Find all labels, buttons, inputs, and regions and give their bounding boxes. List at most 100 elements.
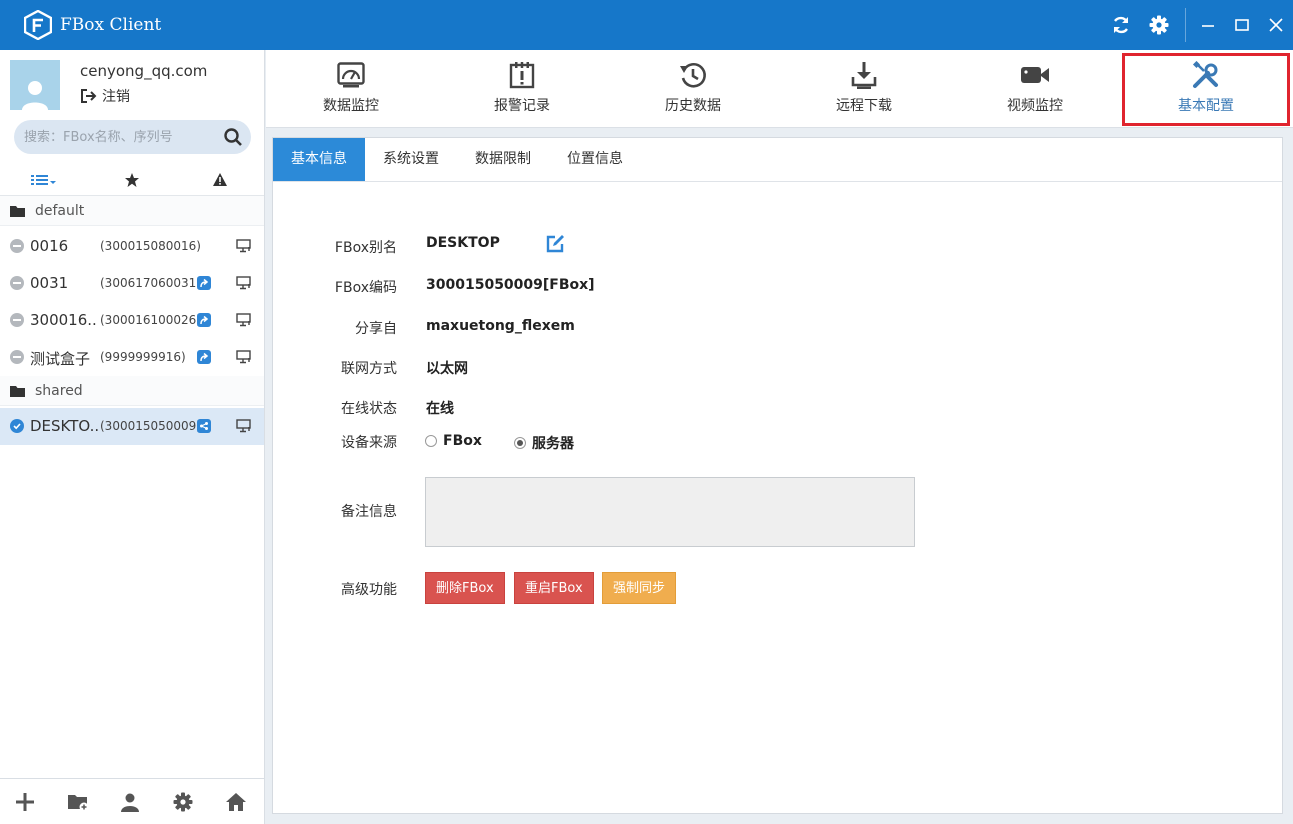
nav-label: 历史数据 bbox=[665, 98, 721, 114]
sidebar-settings-button[interactable] bbox=[170, 789, 196, 815]
code-value: 300015050009[FBox] bbox=[426, 277, 595, 293]
content-panel: 基本信息 系统设置 数据限制 位置信息 FBox别名 DESKTOP FBox编… bbox=[272, 137, 1283, 814]
force-sync-button[interactable]: 强制同步 bbox=[602, 572, 677, 604]
maximize-icon bbox=[1235, 19, 1249, 31]
nav-history-data[interactable]: 历史数据 bbox=[608, 50, 778, 128]
app-title: FBox Client bbox=[60, 15, 162, 35]
note-textarea[interactable] bbox=[425, 477, 915, 547]
device-serial: (300015050009) bbox=[100, 419, 201, 433]
monitor-icon[interactable] bbox=[236, 313, 252, 327]
add-device-button[interactable] bbox=[12, 789, 38, 815]
network-label: 联网方式 bbox=[341, 361, 397, 377]
filter-favorites-button[interactable] bbox=[117, 170, 147, 190]
group-header-shared[interactable]: shared bbox=[0, 376, 264, 406]
logout-link[interactable]: 注销 bbox=[80, 86, 130, 106]
group-name: shared bbox=[35, 382, 83, 399]
online-check-icon bbox=[10, 419, 24, 433]
nav-data-monitor[interactable]: 数据监控 bbox=[266, 50, 436, 128]
filter-alarm-button[interactable] bbox=[205, 170, 235, 190]
close-button[interactable] bbox=[1265, 14, 1287, 36]
filter-list-button[interactable] bbox=[29, 170, 59, 190]
radio-checked bbox=[514, 437, 526, 449]
code-label: FBox编码 bbox=[334, 280, 397, 296]
minimize-button[interactable] bbox=[1197, 14, 1219, 36]
device-item[interactable]: 测试盒子 (9999999916) bbox=[0, 339, 264, 376]
nav-video-monitor[interactable]: 视频监控 bbox=[950, 50, 1120, 128]
user-panel: cenyong_qq.com 注销 bbox=[0, 50, 264, 162]
device-name: 300016.. bbox=[30, 311, 97, 329]
gear-icon bbox=[173, 792, 193, 812]
folder-icon bbox=[10, 385, 25, 397]
logout-icon bbox=[81, 89, 97, 103]
group-name: default bbox=[35, 202, 85, 219]
radio-unchecked bbox=[425, 435, 437, 447]
avatar[interactable] bbox=[10, 60, 60, 110]
nav-label: 远程下载 bbox=[836, 98, 892, 114]
device-serial: (300016100026) bbox=[100, 313, 201, 327]
offline-status-icon bbox=[10, 350, 24, 364]
device-item-selected[interactable]: DESKTO.. (300015050009) bbox=[0, 408, 264, 445]
device-item[interactable]: 0031 (300617060031) bbox=[0, 265, 264, 302]
monitor-icon[interactable] bbox=[236, 276, 252, 290]
nav-basic-config[interactable]: 基本配置 bbox=[1121, 50, 1291, 128]
device-name: 测试盒子 bbox=[30, 350, 91, 368]
monitor-icon[interactable] bbox=[236, 350, 252, 364]
warning-icon bbox=[213, 173, 227, 186]
status-label: 在线状态 bbox=[341, 401, 397, 417]
add-group-button[interactable] bbox=[65, 789, 91, 815]
device-serial: (300617060031) bbox=[100, 276, 201, 290]
nav-remote-download[interactable]: 远程下载 bbox=[779, 50, 949, 128]
sidebar-toolbar bbox=[0, 778, 264, 824]
advanced-label: 高级功能 bbox=[341, 582, 397, 598]
monitor-icon[interactable] bbox=[236, 419, 252, 433]
tab-data-limits[interactable]: 数据限制 bbox=[461, 138, 545, 181]
home-button[interactable] bbox=[223, 789, 249, 815]
nav-label: 基本配置 bbox=[1178, 98, 1234, 114]
device-serial: (9999999916) bbox=[100, 350, 186, 364]
source-radio-server[interactable]: 服务器 bbox=[514, 433, 574, 453]
account-button[interactable] bbox=[117, 789, 143, 815]
refresh-button[interactable] bbox=[1110, 14, 1132, 36]
title-bar: FBox Client bbox=[0, 0, 1293, 50]
title-separator bbox=[1185, 8, 1186, 42]
tab-bar: 基本信息 系统设置 数据限制 位置信息 bbox=[273, 138, 1282, 182]
tab-location-info[interactable]: 位置信息 bbox=[553, 138, 637, 181]
search-icon[interactable] bbox=[223, 127, 243, 147]
settings-button[interactable] bbox=[1148, 14, 1170, 36]
monitor-icon[interactable] bbox=[236, 239, 252, 253]
status-value: 在线 bbox=[426, 401, 454, 417]
nav-label: 报警记录 bbox=[494, 98, 550, 114]
shared-out-icon bbox=[197, 313, 211, 327]
folder-icon bbox=[10, 205, 25, 217]
logout-label: 注销 bbox=[102, 89, 130, 105]
source-radio-fbox[interactable]: FBox bbox=[425, 433, 482, 449]
refresh-icon bbox=[1113, 16, 1129, 34]
share-value: maxuetong_flexem bbox=[426, 318, 575, 334]
download-icon bbox=[849, 61, 879, 89]
nav-alarm-records[interactable]: 报警记录 bbox=[437, 50, 607, 128]
dashboard-icon bbox=[336, 61, 366, 89]
device-item[interactable]: 0016 (300015080016) bbox=[0, 228, 264, 265]
user-icon bbox=[121, 793, 139, 812]
alias-label: FBox别名 bbox=[334, 240, 397, 256]
username: cenyong_qq.com bbox=[80, 62, 208, 80]
search-input[interactable] bbox=[24, 127, 214, 147]
shared-out-icon bbox=[197, 350, 211, 364]
device-item[interactable]: 300016.. (300016100026) bbox=[0, 302, 264, 339]
edit-icon[interactable] bbox=[545, 234, 565, 254]
alias-value: DESKTOP bbox=[426, 235, 500, 251]
nav-label: 数据监控 bbox=[323, 98, 379, 114]
radio-label: FBox bbox=[443, 433, 482, 449]
tab-system-settings[interactable]: 系统设置 bbox=[369, 138, 453, 181]
close-icon bbox=[1269, 18, 1283, 32]
offline-status-icon bbox=[10, 239, 24, 253]
offline-status-icon bbox=[10, 276, 24, 290]
delete-fbox-button[interactable]: 删除FBox bbox=[425, 572, 505, 604]
plus-icon bbox=[16, 793, 34, 811]
group-header-default[interactable]: default bbox=[0, 196, 264, 226]
search-box bbox=[14, 120, 251, 154]
device-name: 0016 bbox=[30, 237, 69, 255]
maximize-button[interactable] bbox=[1231, 14, 1253, 36]
tab-basic-info[interactable]: 基本信息 bbox=[273, 138, 365, 181]
restart-fbox-button[interactable]: 重启FBox bbox=[514, 572, 594, 604]
